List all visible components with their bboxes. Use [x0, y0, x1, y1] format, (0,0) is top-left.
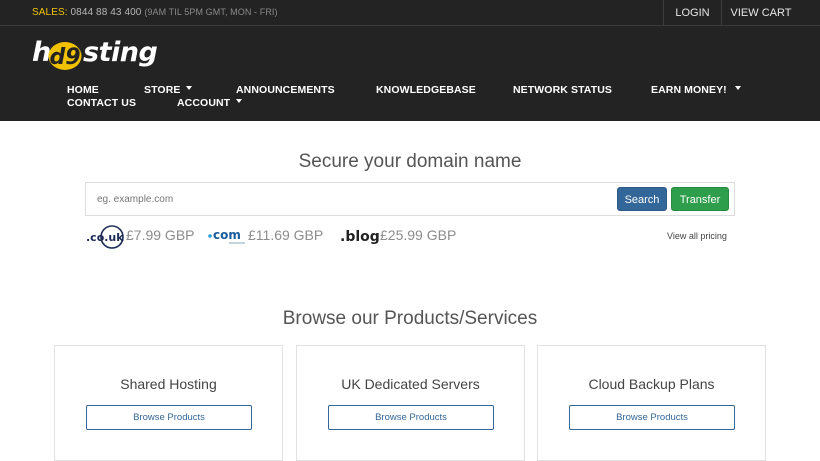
nav-home[interactable]: HOME — [67, 84, 99, 96]
view-all-pricing-link[interactable]: View all pricing — [667, 231, 727, 241]
main-nav: HOME STORE ANNOUNCEMENTS KNOWLEDGEBASE N… — [0, 26, 820, 121]
sales-label: SALES: — [32, 7, 68, 18]
product-card-title: UK Dedicated Servers — [341, 376, 480, 392]
search-button[interactable]: Search — [617, 187, 667, 211]
browse-products-button[interactable]: Browse Products — [86, 405, 252, 430]
domain-search-title: Secure your domain name — [298, 151, 522, 172]
tld-price: £7.99 GBP — [126, 227, 195, 243]
domain-search-placeholder: eg. example.com — [97, 194, 174, 205]
nav-account-label: ACCOUNT — [177, 97, 231, 109]
nav-earn-money-label: EARN MONEY! — [651, 84, 727, 96]
site-header: h d9 sting HOME STORE ANNOUNCEMENTS KNOW… — [0, 26, 820, 121]
product-card-title: Shared Hosting — [120, 376, 217, 392]
nav-account[interactable]: ACCOUNT — [177, 97, 243, 109]
tld-price: £11.69 GBP — [248, 227, 324, 243]
tld-com: com £11.69 GBP — [207, 224, 332, 250]
sales-phone: 0844 88 43 400 — [70, 7, 142, 18]
view-cart-link[interactable]: VIEW CART — [722, 0, 800, 26]
product-card-shared-hosting: Shared Hosting Browse Products — [54, 345, 283, 461]
caret-down-icon — [186, 86, 193, 91]
browse-products-button[interactable]: Browse Products — [569, 405, 735, 430]
svg-text:com: com — [213, 228, 241, 242]
product-card-title: Cloud Backup Plans — [588, 376, 715, 392]
browse-products-button[interactable]: Browse Products — [328, 405, 494, 430]
nav-network-status[interactable]: NETWORK STATUS — [513, 84, 612, 96]
product-card-cloud-backup: Cloud Backup Plans Browse Products — [537, 345, 766, 461]
sales-info: SALES: 0844 88 43 400 (9AM TIL 5PM GMT, … — [32, 7, 278, 18]
tld-blog: .blog £25.99 GBP — [339, 224, 464, 250]
tld-price: £25.99 GBP — [380, 227, 457, 243]
tld-co-uk: .co.uk £7.99 GBP — [85, 224, 200, 250]
product-card-dedicated-servers: UK Dedicated Servers Browse Products — [296, 345, 525, 461]
nav-knowledgebase[interactable]: KNOWLEDGEBASE — [376, 84, 476, 96]
svg-text:.co.uk: .co.uk — [86, 231, 124, 244]
caret-down-icon — [236, 99, 243, 104]
blog-logo-icon: .blog — [340, 229, 380, 245]
transfer-button[interactable]: Transfer — [671, 187, 729, 211]
nav-earn-money[interactable]: EARN MONEY! — [651, 84, 741, 96]
co-uk-logo-icon: .co.uk — [86, 225, 124, 249]
nav-announcements[interactable]: ANNOUNCEMENTS — [236, 84, 335, 96]
nav-contact-us[interactable]: CONTACT US — [67, 97, 136, 109]
nav-store[interactable]: STORE — [144, 84, 193, 96]
svg-text:.blog: .blog — [340, 229, 380, 245]
products-title: Browse our Products/Services — [282, 308, 538, 329]
com-logo-icon: com — [208, 228, 245, 244]
top-bar: SALES: 0844 88 43 400 (9AM TIL 5PM GMT, … — [0, 0, 820, 26]
nav-store-label: STORE — [144, 84, 181, 96]
caret-down-icon — [734, 86, 741, 91]
login-link[interactable]: LOGIN — [664, 0, 721, 26]
sales-hours: (9AM TIL 5PM GMT, MON - FRI) — [144, 7, 278, 17]
